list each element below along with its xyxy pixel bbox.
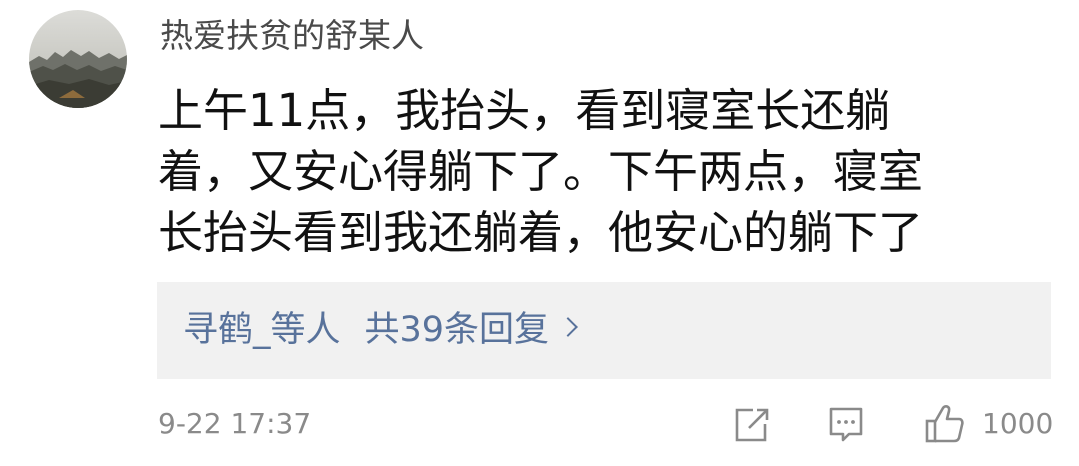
avatar[interactable] [29,10,127,108]
reply-button[interactable] [826,401,866,447]
timestamp: 9-22 17:37 [158,407,312,440]
comment-text: 上午11点，我抬头，看到寝室长还躺 着，又安心得躺下了。下午两点，寝室 长抬头看… [158,80,998,263]
like-count: 1000 [982,407,1054,440]
thumbs-up-icon [925,405,964,443]
replies-summary: 寻鹤_等人 共39条回复 [183,306,578,354]
username[interactable]: 热爱扶贫的舒某人 [160,14,424,58]
share-button[interactable] [731,401,771,447]
comment-line: 长抬头看到我还躺着，他安心的躺下了 [158,206,924,259]
replies-panel[interactable]: 寻鹤_等人 共39条回复 [157,282,1051,379]
comment-line: 着，又安心得躺下了。下午两点，寝室 [158,145,924,198]
share-icon [735,408,769,442]
reply-names: 寻鹤_等人 [183,310,341,350]
comment-line: 上午11点，我抬头，看到寝室长还躺 [158,84,891,137]
comment-icon [829,407,863,442]
reply-count: 共39条回复 [364,310,550,350]
landscape-avatar-icon [29,10,127,108]
chevron-right-icon [558,317,578,337]
like-button[interactable] [924,401,966,447]
